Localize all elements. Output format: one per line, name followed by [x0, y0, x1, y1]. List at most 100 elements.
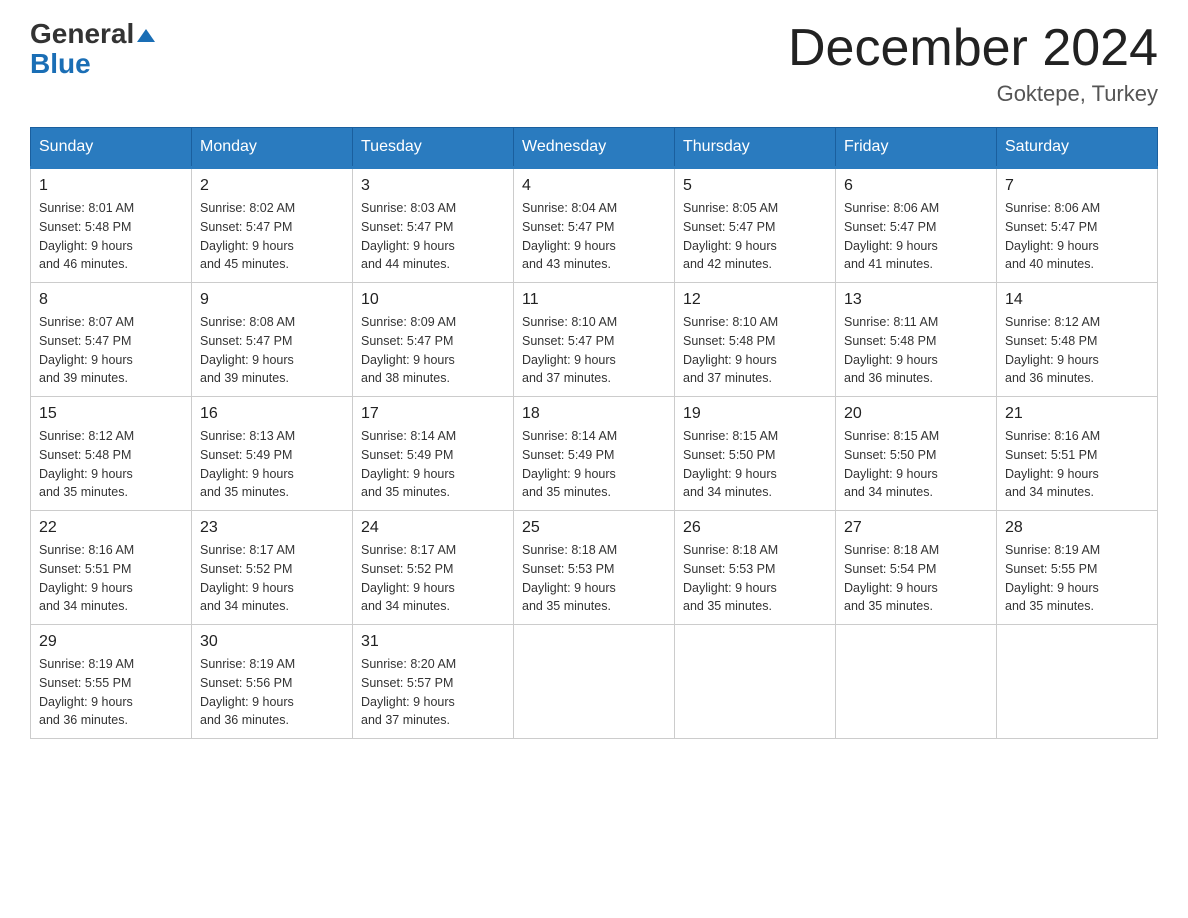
day-info: Sunrise: 8:17 AM Sunset: 5:52 PM Dayligh… [361, 541, 505, 616]
day-info: Sunrise: 8:15 AM Sunset: 5:50 PM Dayligh… [844, 427, 988, 502]
calendar-cell [836, 625, 997, 739]
calendar-week-4: 22Sunrise: 8:16 AM Sunset: 5:51 PM Dayli… [31, 511, 1158, 625]
calendar-cell: 6 Sunrise: 8:06 AM Sunset: 5:47 PM Daylig… [836, 168, 997, 283]
calendar-cell: 1 Sunrise: 8:01 AM Sunset: 5:48 PM Daylig… [31, 168, 192, 283]
day-info: Sunrise: 8:01 AM Sunset: 5:48 PM Dayligh… [39, 199, 183, 274]
day-number: 6 [844, 177, 988, 195]
calendar-cell: 24 Sunrise: 8:17 AM Sunset: 5:52 PM Dayli… [353, 511, 514, 625]
day-info: Sunrise: 8:14 AM Sunset: 5:49 PM Dayligh… [522, 427, 666, 502]
calendar-cell: 28 Sunrise: 8:19 AM Sunset: 5:55 PM Dayli… [997, 511, 1158, 625]
day-number: 10 [361, 291, 505, 309]
day-number: 24 [361, 519, 505, 537]
weekday-header-thursday: Thursday [675, 128, 836, 168]
calendar-cell: 29Sunrise: 8:19 AM Sunset: 5:55 PM Dayli… [31, 625, 192, 739]
day-number: 5 [683, 177, 827, 195]
day-number: 20 [844, 405, 988, 423]
day-info: Sunrise: 8:19 AM Sunset: 5:55 PM Dayligh… [39, 655, 183, 730]
calendar-cell: 22Sunrise: 8:16 AM Sunset: 5:51 PM Dayli… [31, 511, 192, 625]
calendar-cell: 16Sunrise: 8:13 AM Sunset: 5:49 PM Dayli… [192, 397, 353, 511]
calendar-cell: 11Sunrise: 8:10 AM Sunset: 5:47 PM Dayli… [514, 283, 675, 397]
day-number: 14 [1005, 291, 1149, 309]
calendar-cell: 13Sunrise: 8:11 AM Sunset: 5:48 PM Dayli… [836, 283, 997, 397]
calendar-cell: 2 Sunrise: 8:02 AM Sunset: 5:47 PM Daylig… [192, 168, 353, 283]
day-number: 12 [683, 291, 827, 309]
day-info: Sunrise: 8:08 AM Sunset: 5:47 PM Dayligh… [200, 313, 344, 388]
day-info: Sunrise: 8:04 AM Sunset: 5:47 PM Dayligh… [522, 199, 666, 274]
day-number: 26 [683, 519, 827, 537]
calendar-cell: 8 Sunrise: 8:07 AM Sunset: 5:47 PM Daylig… [31, 283, 192, 397]
day-info: Sunrise: 8:16 AM Sunset: 5:51 PM Dayligh… [39, 541, 183, 616]
month-title: December 2024 [788, 20, 1158, 77]
weekday-header-friday: Friday [836, 128, 997, 168]
day-info: Sunrise: 8:17 AM Sunset: 5:52 PM Dayligh… [200, 541, 344, 616]
calendar-cell: 14Sunrise: 8:12 AM Sunset: 5:48 PM Dayli… [997, 283, 1158, 397]
logo: General Blue [30, 20, 155, 78]
calendar-cell: 21Sunrise: 8:16 AM Sunset: 5:51 PM Dayli… [997, 397, 1158, 511]
logo-line2: Blue [30, 50, 91, 78]
day-number: 23 [200, 519, 344, 537]
day-info: Sunrise: 8:05 AM Sunset: 5:47 PM Dayligh… [683, 199, 827, 274]
day-number: 15 [39, 405, 183, 423]
day-number: 18 [522, 405, 666, 423]
location: Goktepe, Turkey [788, 81, 1158, 107]
day-info: Sunrise: 8:15 AM Sunset: 5:50 PM Dayligh… [683, 427, 827, 502]
day-info: Sunrise: 8:02 AM Sunset: 5:47 PM Dayligh… [200, 199, 344, 274]
weekday-header-wednesday: Wednesday [514, 128, 675, 168]
calendar-cell: 26 Sunrise: 8:18 AM Sunset: 5:53 PM Dayli… [675, 511, 836, 625]
day-number: 19 [683, 405, 827, 423]
weekday-header-monday: Monday [192, 128, 353, 168]
day-info: Sunrise: 8:19 AM Sunset: 5:56 PM Dayligh… [200, 655, 344, 730]
day-info: Sunrise: 8:06 AM Sunset: 5:47 PM Dayligh… [844, 199, 988, 274]
calendar-cell: 5 Sunrise: 8:05 AM Sunset: 5:47 PM Daylig… [675, 168, 836, 283]
calendar-cell: 25 Sunrise: 8:18 AM Sunset: 5:53 PM Dayli… [514, 511, 675, 625]
calendar-cell: 4 Sunrise: 8:04 AM Sunset: 5:47 PM Daylig… [514, 168, 675, 283]
calendar-cell: 30Sunrise: 8:19 AM Sunset: 5:56 PM Dayli… [192, 625, 353, 739]
day-number: 27 [844, 519, 988, 537]
day-info: Sunrise: 8:07 AM Sunset: 5:47 PM Dayligh… [39, 313, 183, 388]
day-number: 21 [1005, 405, 1149, 423]
calendar-cell: 12 Sunrise: 8:10 AM Sunset: 5:48 PM Dayli… [675, 283, 836, 397]
day-info: Sunrise: 8:14 AM Sunset: 5:49 PM Dayligh… [361, 427, 505, 502]
day-info: Sunrise: 8:18 AM Sunset: 5:54 PM Dayligh… [844, 541, 988, 616]
day-number: 4 [522, 177, 666, 195]
calendar-cell: 31 Sunrise: 8:20 AM Sunset: 5:57 PM Dayli… [353, 625, 514, 739]
day-info: Sunrise: 8:19 AM Sunset: 5:55 PM Dayligh… [1005, 541, 1149, 616]
calendar-week-5: 29Sunrise: 8:19 AM Sunset: 5:55 PM Dayli… [31, 625, 1158, 739]
calendar-cell: 9Sunrise: 8:08 AM Sunset: 5:47 PM Daylig… [192, 283, 353, 397]
day-number: 16 [200, 405, 344, 423]
day-number: 25 [522, 519, 666, 537]
calendar-week-3: 15 Sunrise: 8:12 AM Sunset: 5:48 PM Dayli… [31, 397, 1158, 511]
calendar-week-1: 1 Sunrise: 8:01 AM Sunset: 5:48 PM Daylig… [31, 168, 1158, 283]
day-number: 1 [39, 177, 183, 195]
calendar-body: 1 Sunrise: 8:01 AM Sunset: 5:48 PM Daylig… [31, 168, 1158, 739]
calendar-cell: 17 Sunrise: 8:14 AM Sunset: 5:49 PM Dayli… [353, 397, 514, 511]
title-block: December 2024 Goktepe, Turkey [788, 20, 1158, 107]
day-number: 3 [361, 177, 505, 195]
day-info: Sunrise: 8:03 AM Sunset: 5:47 PM Dayligh… [361, 199, 505, 274]
calendar-cell: 10Sunrise: 8:09 AM Sunset: 5:47 PM Dayli… [353, 283, 514, 397]
day-number: 28 [1005, 519, 1149, 537]
day-number: 8 [39, 291, 183, 309]
calendar-header: SundayMondayTuesdayWednesdayThursdayFrid… [31, 128, 1158, 168]
calendar-table: SundayMondayTuesdayWednesdayThursdayFrid… [30, 127, 1158, 739]
weekday-row: SundayMondayTuesdayWednesdayThursdayFrid… [31, 128, 1158, 168]
weekday-header-sunday: Sunday [31, 128, 192, 168]
day-number: 2 [200, 177, 344, 195]
day-number: 31 [361, 633, 505, 651]
day-number: 7 [1005, 177, 1149, 195]
day-info: Sunrise: 8:12 AM Sunset: 5:48 PM Dayligh… [39, 427, 183, 502]
weekday-header-tuesday: Tuesday [353, 128, 514, 168]
calendar-cell [997, 625, 1158, 739]
weekday-header-saturday: Saturday [997, 128, 1158, 168]
day-info: Sunrise: 8:18 AM Sunset: 5:53 PM Dayligh… [522, 541, 666, 616]
day-info: Sunrise: 8:10 AM Sunset: 5:48 PM Dayligh… [683, 313, 827, 388]
calendar-cell: 19 Sunrise: 8:15 AM Sunset: 5:50 PM Dayli… [675, 397, 836, 511]
day-info: Sunrise: 8:20 AM Sunset: 5:57 PM Dayligh… [361, 655, 505, 730]
day-number: 17 [361, 405, 505, 423]
calendar-cell: 15 Sunrise: 8:12 AM Sunset: 5:48 PM Dayli… [31, 397, 192, 511]
calendar-cell: 18 Sunrise: 8:14 AM Sunset: 5:49 PM Dayli… [514, 397, 675, 511]
day-info: Sunrise: 8:18 AM Sunset: 5:53 PM Dayligh… [683, 541, 827, 616]
calendar-week-2: 8 Sunrise: 8:07 AM Sunset: 5:47 PM Daylig… [31, 283, 1158, 397]
day-number: 13 [844, 291, 988, 309]
page-header: General Blue December 2024 Goktepe, Turk… [30, 20, 1158, 107]
